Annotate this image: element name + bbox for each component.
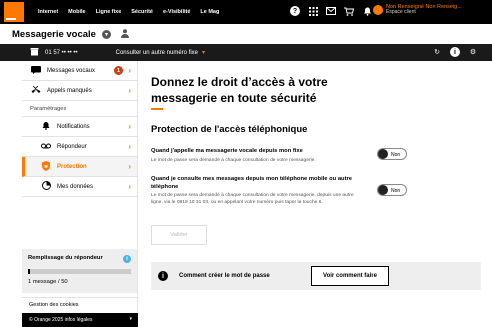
voicemail-icon [40, 142, 52, 151]
chevron-right-icon: › [128, 66, 131, 75]
shield-lock-icon [40, 160, 52, 173]
info-icon: i [158, 271, 168, 281]
sidebar-item-notifications[interactable]: Notifications › [22, 117, 137, 137]
accent-underline [151, 108, 163, 110]
chevron-right-icon: › [128, 162, 131, 171]
data-pie-icon [40, 181, 52, 192]
option-title: Quand j'appelle ma messagerie vocale dep… [151, 148, 303, 154]
info-text: Comment créer le mot de passe [179, 273, 270, 279]
bell-icon[interactable] [362, 6, 372, 16]
help-icon[interactable]: ? [290, 6, 300, 16]
user-menu[interactable]: Non Renseigné Non Renseig... Espace clie… [373, 4, 462, 16]
chevron-right-icon: › [128, 142, 131, 151]
sidebar-item-label: Appels manqués [47, 87, 92, 94]
option-fixed-line: Quand j'appelle ma messagerie vocale dep… [151, 148, 411, 164]
sidebar-item-appels-manques[interactable]: Appels manqués › [22, 81, 137, 101]
storage-progress-bar [28, 269, 131, 274]
sidebar-item-label: Mes données [57, 183, 94, 190]
user-sub-label: Espace client [386, 9, 416, 16]
cart-icon[interactable] [344, 6, 354, 16]
option-title: Quand je consulte mes messages depuis mo… [151, 176, 353, 190]
validate-button[interactable]: Valider [151, 225, 207, 245]
cookies-link[interactable]: Gestion des cookies [22, 297, 137, 311]
person-icon[interactable] [120, 28, 129, 40]
footer-bar[interactable]: © Orange 2025 infos légales ▾ [22, 313, 138, 327]
protection-fixed-toggle[interactable]: Non [377, 148, 407, 160]
section-title: Protection de l'accès téléphonique [151, 124, 308, 135]
section-label: Paramètrages [22, 101, 137, 117]
sidebar-item-label: Répondeur [57, 143, 87, 150]
info-icon[interactable]: i [123, 255, 131, 263]
info-box: i Comment créer le mot de passe Voir com… [151, 262, 481, 290]
chevron-right-icon: › [128, 86, 131, 95]
nav-mobile[interactable]: Mobile [68, 9, 85, 15]
info-icon[interactable]: i [450, 47, 460, 57]
sidebar-item-label: Messages vocaux [47, 67, 96, 74]
nav-e-visibilite[interactable]: e-Visibilité [163, 9, 190, 15]
consult-other-number-link[interactable]: Consulter un autre numéro fixe [116, 50, 198, 56]
chevron-down-icon: ▾ [129, 316, 132, 322]
nav-ligne-fixe[interactable]: Ligne fixe [96, 9, 122, 15]
chevron-down-icon[interactable]: ▾ [101, 29, 111, 39]
top-icons: ? [290, 6, 372, 16]
refresh-icon[interactable]: ↻ [432, 47, 442, 57]
settings-icon[interactable]: ⚙ [468, 47, 478, 57]
footer-legal-text: © Orange 2025 infos légales [29, 317, 93, 323]
sidebar-item-repondeur[interactable]: Répondeur › [22, 137, 137, 157]
line-selector-bar: 01 57 •• •• •• Consulter un autre numéro… [0, 44, 492, 61]
orange-logo[interactable] [4, 2, 24, 22]
nav-securite[interactable]: Sécurité [131, 9, 153, 15]
mail-icon[interactable] [326, 6, 336, 16]
nav-internet[interactable]: Internet [38, 9, 58, 15]
option-mobile: Quand je consulte mes messages depuis mo… [151, 176, 411, 206]
page-heading: Donnez le droit d’accès à votre messager… [151, 75, 328, 105]
option-description: Le mot de passe sera demandé à chaque co… [151, 157, 316, 163]
chevron-right-icon: › [128, 182, 131, 191]
chevron-down-icon[interactable]: ▾ [202, 49, 205, 56]
storage-title: Remplissage du répondeur [28, 255, 103, 261]
page-header: Messagerie vocale ▾ [0, 24, 492, 44]
see-how-button[interactable]: Voir comment faire [311, 266, 389, 286]
voicemail-message-icon [30, 65, 42, 76]
storage-progress-fill [28, 269, 31, 274]
voicemail-storage-panel: Remplissage du répondeur i 1 message / 5… [22, 249, 137, 293]
sidebar-item-protection[interactable]: Protection › [22, 157, 137, 177]
sidebar-item-messages-vocaux[interactable]: Messages vocaux 1 › [22, 61, 137, 81]
storage-count: 1 message / 50 [28, 279, 68, 285]
sidebar-item-mes-donnees[interactable]: Mes données › [22, 177, 137, 197]
apps-grid-icon[interactable] [308, 6, 318, 16]
toggle-label: Non [391, 187, 401, 194]
top-bar: Internet Mobile Ligne fixe Sécurité e-Vi… [0, 0, 492, 24]
top-nav: Internet Mobile Ligne fixe Sécurité e-Vi… [38, 9, 219, 15]
chevron-right-icon: › [128, 122, 131, 131]
unread-badge: 1 [114, 66, 123, 75]
bell-icon [40, 121, 52, 132]
option-description: Le mot de passe sera demandé à chaque co… [151, 193, 354, 205]
missed-call-icon [30, 85, 42, 96]
sidebar-item-label: Protection [57, 163, 87, 170]
nav-le-mag[interactable]: Le Mag [200, 9, 219, 15]
toggle-label: Non [391, 151, 401, 158]
landline-phone-icon [30, 47, 39, 58]
page-title: Messagerie vocale [12, 28, 96, 40]
protection-mobile-toggle[interactable]: Non [377, 184, 407, 196]
avatar [373, 5, 383, 16]
sidebar-item-label: Notifications [57, 123, 90, 130]
sidebar: Messages vocaux 1 › Appels manqués › Par… [22, 61, 138, 327]
toggle-knob [378, 185, 388, 195]
phone-number: 01 57 •• •• •• [45, 49, 78, 56]
toggle-knob [378, 149, 388, 159]
